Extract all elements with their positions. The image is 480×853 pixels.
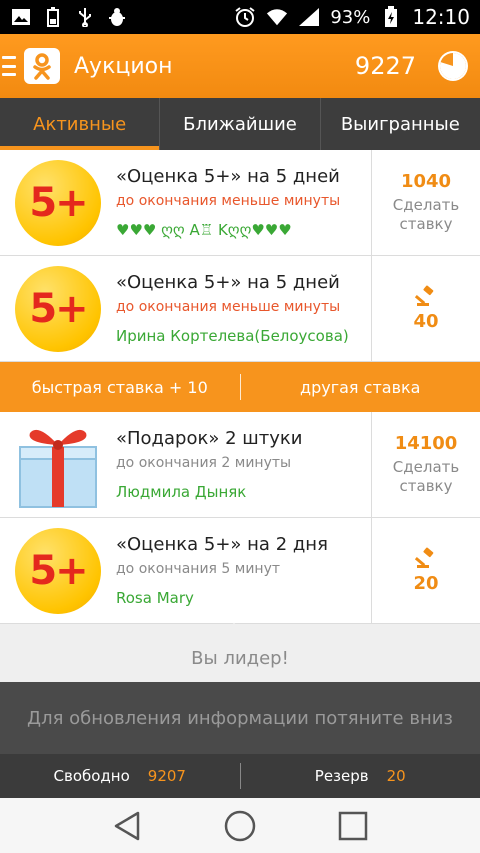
lot-price: 1040 <box>400 171 452 192</box>
status-bar-right: 93% 12:10 <box>234 5 470 29</box>
lot-leader[interactable]: Людмила Дыняк <box>116 483 302 501</box>
timer-pie-icon[interactable] <box>436 49 470 83</box>
page-title: Аукцион <box>74 53 173 79</box>
image-icon <box>10 6 32 28</box>
free-value: 9207 <box>147 767 186 785</box>
lot-thumb <box>8 415 108 515</box>
other-bid-button[interactable]: другая ставка <box>241 378 480 397</box>
recents-icon <box>339 811 368 840</box>
back-button[interactable] <box>109 808 145 844</box>
my-bid-amount: 20 <box>413 573 439 594</box>
lot-title: «Оценка 5+» на 2 дня <box>116 534 328 555</box>
tab-active[interactable]: Активные <box>0 98 160 150</box>
lot-leader[interactable]: Rosa Mary <box>116 589 328 607</box>
lot-row[interactable]: 5+ «Оценка 5+» на 5 дней до окончания ме… <box>0 256 480 362</box>
gavel-icon <box>415 547 434 568</box>
home-icon <box>224 810 256 841</box>
my-bid[interactable]: 40 <box>372 256 480 361</box>
pull-to-refresh-hint[interactable]: Для обновления информации потяните вниз <box>0 682 480 754</box>
lot-info: «Оценка 5+» на 5 дней до окончания меньш… <box>116 272 349 345</box>
battery-percent: 93% <box>330 6 371 28</box>
lot-main[interactable]: 5+ «Оценка 5+» на 5 дней до окончания ме… <box>0 150 372 255</box>
lot-main[interactable]: «Подарок» 2 штуки до окончания 2 минуты … <box>0 412 372 517</box>
battery-charging-icon <box>380 6 402 28</box>
screen: 93% 12:10 Аукцион 9227 Активные Ближайши… <box>0 0 480 853</box>
balance-bar: Свободно 9207 Резерв 20 <box>0 754 480 798</box>
tabs: Активные Ближайшие Выигранные <box>0 98 480 150</box>
lot-title: «Оценка 5+» на 5 дней <box>116 272 340 293</box>
gavel-icon <box>415 285 434 306</box>
back-icon <box>114 811 139 840</box>
usb-icon <box>74 6 96 28</box>
lot-leader[interactable]: Ирина Кортелева(Белоусова) <box>116 327 349 345</box>
leader-message: Вы лидер! <box>0 634 480 682</box>
wifi-icon <box>266 6 288 28</box>
my-bid-amount: 40 <box>413 311 439 332</box>
recents-button[interactable] <box>335 808 371 844</box>
lot-title: «Оценка 5+» на 5 дней <box>116 166 340 187</box>
tab-upcoming[interactable]: Ближайшие <box>159 98 319 150</box>
battery-saver-icon <box>42 6 64 28</box>
make-bid-label: Сделать ставку <box>392 458 460 495</box>
app-bar: Аукцион 9227 <box>0 34 480 98</box>
free-label: Свободно <box>53 767 130 785</box>
lot-time-left: до окончания 5 минут <box>116 561 281 577</box>
lot-title: «Подарок» 2 штуки <box>116 428 303 449</box>
lot-time-left: до окончания меньше минуты <box>116 193 341 209</box>
status-bar: 93% 12:10 <box>0 0 480 34</box>
lot-price: 14100 <box>394 433 458 454</box>
lot-info: «Подарок» 2 штуки до окончания 2 минуты … <box>116 428 302 501</box>
lot-row[interactable]: 5+ «Оценка 5+» на 5 дней до окончания ме… <box>0 150 480 256</box>
free-balance: Свободно 9207 <box>0 767 240 785</box>
lot-info: «Оценка 5+» на 5 дней до окончания меньш… <box>116 166 340 239</box>
lot-thumb: 5+ <box>8 153 108 253</box>
lot-time-left: до окончания меньше минуты <box>116 299 341 315</box>
reserve-label: Резерв <box>314 767 369 785</box>
lot-leader[interactable]: ♥♥♥ ღღ A♖ Kღღ♥♥♥ <box>116 221 340 239</box>
home-button[interactable] <box>222 808 258 844</box>
lot-main[interactable]: 5+ «Оценка 5+» на 2 дня до окончания 5 м… <box>0 518 372 623</box>
lot-list: 5+ «Оценка 5+» на 5 дней до окончания ме… <box>0 150 480 624</box>
make-bid-label: Сделать ставку <box>392 196 460 233</box>
clock: 12:10 <box>412 5 470 29</box>
balance-counter: 9227 <box>354 52 416 80</box>
status-bar-left <box>10 6 128 28</box>
tab-won[interactable]: Выигранные <box>319 98 480 150</box>
lot-time-left: до окончания 2 минуты <box>116 455 292 471</box>
grade-badge-icon: 5+ <box>15 527 101 614</box>
quick-bid-button[interactable]: быстрая ставка + 10 <box>0 378 240 397</box>
menu-icon[interactable] <box>2 56 16 76</box>
make-bid-button[interactable]: 14100 Сделать ставку <box>372 412 480 517</box>
ok-logo-icon[interactable] <box>24 48 60 84</box>
lot-thumb: 5+ <box>8 521 108 621</box>
lot-info: «Оценка 5+» на 2 дня до окончания 5 мину… <box>116 534 328 607</box>
quick-bid-bar: быстрая ставка + 10 другая ставка <box>0 362 480 412</box>
lot-thumb: 5+ <box>8 259 108 359</box>
grade-badge-icon: 5+ <box>15 159 101 246</box>
debug-icon <box>106 6 128 28</box>
reserve-value: 20 <box>386 767 406 785</box>
alarm-icon <box>234 6 256 28</box>
lot-row[interactable]: 5+ «Оценка 5+» на 2 дня до окончания 5 м… <box>0 518 480 624</box>
lot-row[interactable]: «Подарок» 2 штуки до окончания 2 минуты … <box>0 412 480 518</box>
gift-icon <box>19 429 97 508</box>
grade-badge-icon: 5+ <box>15 265 101 352</box>
system-nav-bar <box>0 798 480 853</box>
make-bid-button[interactable]: 1040 Сделать ставку <box>372 150 480 255</box>
lot-main[interactable]: 5+ «Оценка 5+» на 5 дней до окончания ме… <box>0 256 372 361</box>
divider <box>239 374 241 400</box>
my-bid[interactable]: 20 <box>372 518 480 623</box>
signal-icon <box>298 6 320 28</box>
reserve-balance: Резерв 20 <box>241 767 480 785</box>
